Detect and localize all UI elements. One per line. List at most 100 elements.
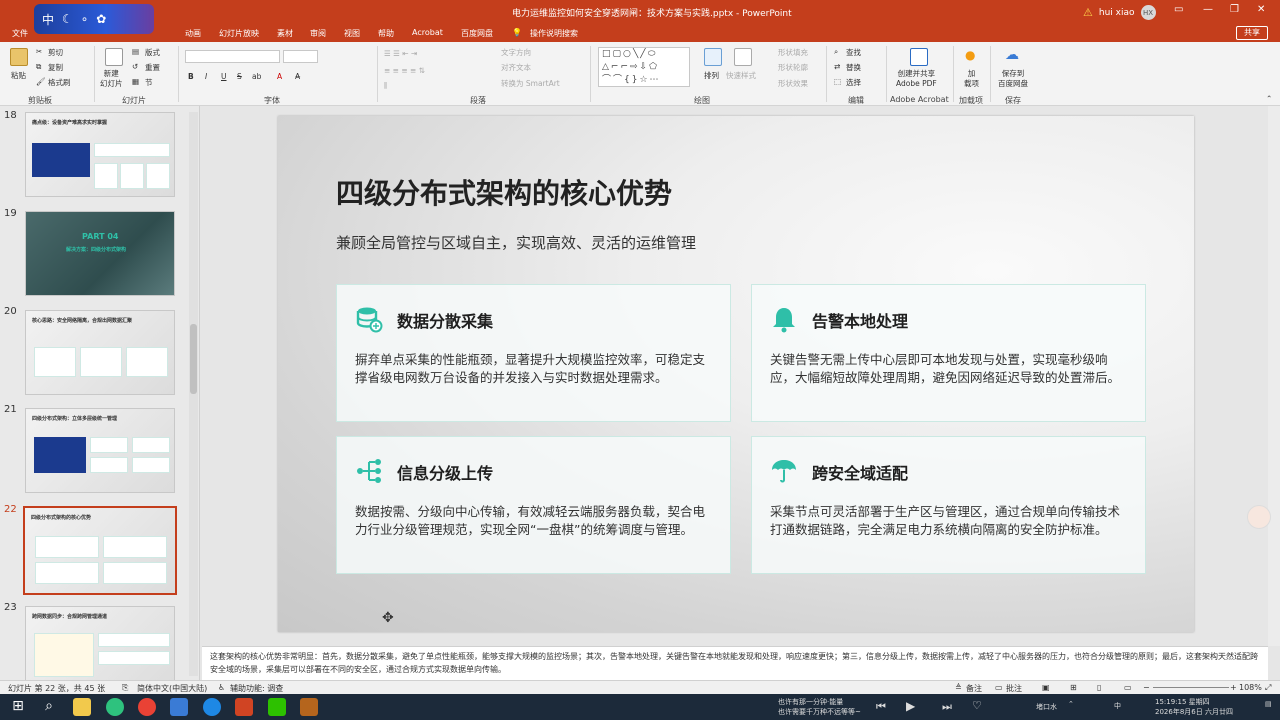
feature-card[interactable]: 数据分散采集 摒弃单点采集的性能瓶颈，显著提升大规模监控效率，可稳定支撑省级电网… bbox=[336, 284, 731, 422]
clear-format-icon[interactable]: A̶ bbox=[295, 72, 300, 81]
spellcheck-icon[interactable]: ⎘ bbox=[122, 683, 128, 693]
select-icon[interactable]: ⬚ bbox=[834, 77, 841, 86]
italic-button[interactable]: I bbox=[205, 72, 207, 81]
play-icon[interactable]: ▶ bbox=[906, 699, 915, 713]
clock-time[interactable]: 15:19:15 星期四 bbox=[1155, 697, 1210, 707]
close-icon[interactable]: ✕ bbox=[1257, 4, 1265, 15]
reading-view-icon[interactable]: ▯ bbox=[1097, 683, 1101, 692]
columns-icon[interactable]: ⫼ bbox=[384, 81, 387, 91]
create-share-pdf-button[interactable]: 创建并共享 Adobe PDF bbox=[896, 69, 937, 89]
accessibility-status[interactable]: 辅助功能: 调查 bbox=[230, 683, 283, 694]
windows-start-icon[interactable]: ⊞ bbox=[9, 698, 27, 716]
thumbnail-scrollbar[interactable] bbox=[189, 112, 198, 676]
ime-toolbar[interactable]: 中 ☾ ∘ ✿ bbox=[34, 4, 154, 34]
new-slide-button[interactable]: 新建 幻灯片 bbox=[100, 69, 123, 89]
clock-date[interactable]: 2026年8月6日 六月廿四 bbox=[1155, 707, 1233, 717]
language-status[interactable]: 简体中文(中国大陆) bbox=[137, 683, 207, 694]
feature-card[interactable]: 告警本地处理 关键告警无需上传中心层即可本地发现与处置，实现毫秒级响应，大幅缩短… bbox=[751, 284, 1146, 422]
slide-thumbnail-20[interactable]: 核心思路：安全网络隔离，合规出网数据汇聚 bbox=[25, 310, 175, 395]
shadow-button[interactable]: ab bbox=[252, 72, 261, 81]
ime-indicator[interactable]: 中 bbox=[1114, 701, 1121, 711]
ime-mode-label[interactable]: 中 bbox=[42, 11, 54, 28]
paste-icon[interactable] bbox=[10, 48, 28, 66]
app-globe-icon[interactable] bbox=[203, 698, 221, 716]
tab-acrobat[interactable]: Acrobat bbox=[412, 28, 443, 37]
section-button[interactable]: 节 bbox=[145, 77, 153, 88]
addins-button[interactable]: 加 载项 bbox=[964, 69, 979, 89]
chrome-icon[interactable] bbox=[138, 698, 156, 716]
slide-thumbnail-22[interactable]: 四级分布式架构的核心优势 bbox=[23, 506, 177, 595]
adobe-pdf-icon[interactable] bbox=[910, 48, 928, 66]
find-icon[interactable]: ⌕ bbox=[834, 47, 838, 57]
shape-effects-button[interactable]: 形状效果 bbox=[778, 78, 808, 89]
tab-review[interactable]: 审阅 bbox=[310, 28, 326, 39]
font-name-select[interactable] bbox=[185, 50, 280, 63]
search-icon[interactable]: ⌕ bbox=[40, 698, 58, 716]
assistant-avatar-icon[interactable] bbox=[1247, 505, 1271, 529]
current-slide[interactable]: 四级分布式架构的核心优势 兼顾全局管控与区域自主，实现高效、灵活的运维管理 数据… bbox=[278, 116, 1194, 632]
feature-card[interactable]: 信息分级上传 数据按需、分级向中心传输，有效减轻云端服务器负载，契合电力行业分级… bbox=[336, 436, 731, 574]
fit-slide-icon[interactable]: ⤢ bbox=[1265, 683, 1271, 693]
slide-thumbnail-19[interactable]: PART 04 解决方案：四级分布式架构 bbox=[25, 211, 175, 296]
layout-icon[interactable]: ▤ bbox=[132, 47, 139, 56]
paste-button[interactable]: 粘贴 bbox=[11, 70, 26, 81]
copy-icon[interactable]: ⧉ bbox=[36, 62, 41, 72]
font-color-icon[interactable]: A bbox=[277, 72, 282, 81]
media-title[interactable]: 也许有那一分钟·能量 bbox=[778, 697, 843, 707]
speaker-notes[interactable]: 这套架构的核心优势非常明显：首先，数据分散采集，避免了单点性能瓶颈，能够支撑大规… bbox=[202, 646, 1268, 680]
tab-file[interactable]: 文件 bbox=[12, 28, 28, 39]
zoom-level[interactable]: 108% bbox=[1239, 683, 1262, 692]
zoom-in-icon[interactable]: + bbox=[1230, 683, 1237, 692]
share-button[interactable]: 共享 bbox=[1236, 26, 1268, 40]
reset-icon[interactable]: ↺ bbox=[132, 62, 138, 71]
save-baidu-button[interactable]: 保存到 百度网盘 bbox=[998, 69, 1028, 89]
accessibility-icon[interactable]: ♿ bbox=[218, 683, 225, 692]
scrollbar-thumb[interactable] bbox=[190, 324, 197, 394]
avatar[interactable]: HX bbox=[1140, 5, 1156, 20]
collapse-ribbon-icon[interactable]: ⌃ bbox=[1266, 94, 1272, 103]
arrange-button[interactable]: 排列 bbox=[704, 70, 719, 81]
notes-icon[interactable]: ≜ bbox=[955, 683, 962, 692]
text-direction-button[interactable]: 文字方向 bbox=[501, 47, 531, 58]
shapes-gallery[interactable]: □▢○╲╱⬭ △⌐⌐⇨⇩⬠ ⌒⌒{}☆⋯ bbox=[598, 47, 690, 87]
previous-track-icon[interactable]: ⏮ bbox=[876, 700, 886, 714]
find-button[interactable]: 查找 bbox=[846, 47, 861, 58]
wechat-icon[interactable] bbox=[268, 698, 286, 716]
app-blue-icon[interactable] bbox=[170, 698, 188, 716]
addins-icon[interactable]: ● bbox=[965, 48, 975, 62]
copy-button[interactable]: 复制 bbox=[48, 62, 63, 73]
slide-title[interactable]: 四级分布式架构的核心优势 bbox=[336, 172, 672, 212]
tell-me-search[interactable]: 操作说明搜索 bbox=[530, 28, 578, 39]
notification-icon[interactable]: ▤ bbox=[1265, 700, 1272, 708]
tray-expand-icon[interactable]: ⌃ bbox=[1068, 700, 1074, 708]
file-explorer-icon[interactable] bbox=[73, 698, 91, 716]
zoom-out-icon[interactable]: − bbox=[1143, 683, 1150, 692]
replace-icon[interactable]: ⇄ bbox=[834, 62, 840, 71]
baidu-cloud-icon[interactable]: ☁ bbox=[1005, 47, 1019, 63]
tab-assets[interactable]: 素材 bbox=[277, 28, 293, 39]
tab-slideshow[interactable]: 幻灯片放映 bbox=[219, 28, 259, 39]
user-account[interactable]: ⚠ hui xiao HX bbox=[1083, 5, 1156, 20]
slide-thumbnail-18[interactable]: 痛点级：设备资产难高求实时掌握 bbox=[25, 112, 175, 197]
smartart-button[interactable]: 转换为 SmartArt bbox=[501, 78, 560, 89]
bold-button[interactable]: B bbox=[188, 72, 194, 81]
quick-styles-button[interactable]: 快速样式 bbox=[726, 70, 756, 81]
new-slide-icon[interactable] bbox=[105, 48, 123, 66]
media-subtitle[interactable]: 也许需要千万种不远等等~ bbox=[778, 707, 861, 717]
shape-fill-button[interactable]: 形状填充 bbox=[778, 47, 808, 58]
minimize-icon[interactable]: — bbox=[1203, 4, 1213, 15]
comments-button[interactable]: 批注 bbox=[1006, 683, 1022, 694]
strikethrough-button[interactable]: S bbox=[237, 72, 242, 81]
quick-styles-icon[interactable] bbox=[734, 48, 752, 66]
slideshow-view-icon[interactable]: ▭ bbox=[1124, 683, 1132, 692]
tab-view[interactable]: 视图 bbox=[344, 28, 360, 39]
align-icon[interactable]: ≡ ≡ ≡ ≡ ⇅ bbox=[384, 66, 425, 75]
slide-thumbnail-23[interactable]: 跨网数据同步：合规跨网管理通道 bbox=[25, 606, 175, 680]
section-icon[interactable]: ▦ bbox=[132, 77, 139, 86]
app-orange-icon[interactable] bbox=[300, 698, 318, 716]
layout-button[interactable]: 版式 bbox=[145, 47, 160, 58]
zoom-slider[interactable] bbox=[1153, 687, 1229, 688]
scissors-icon[interactable]: ✂ bbox=[36, 47, 42, 56]
format-painter-icon[interactable]: 🖌 bbox=[36, 77, 46, 86]
slide-subtitle[interactable]: 兼顾全局管控与区域自主，实现高效、灵活的运维管理 bbox=[336, 232, 696, 253]
